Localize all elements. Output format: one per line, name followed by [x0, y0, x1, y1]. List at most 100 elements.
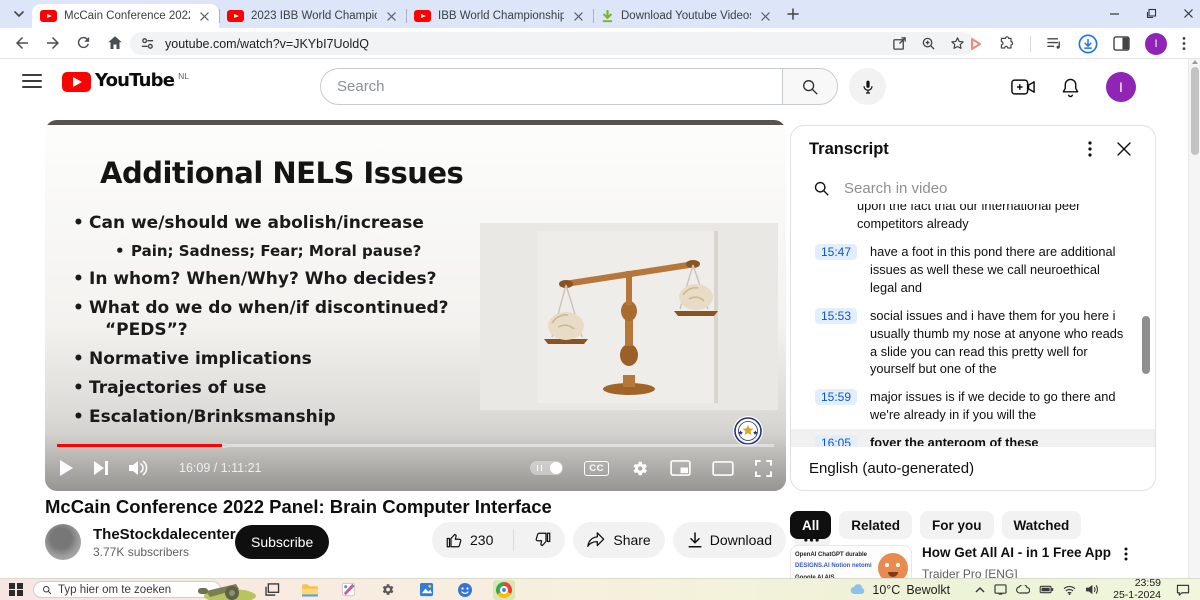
- channel-avatar[interactable]: [45, 524, 81, 560]
- tab-close-icon[interactable]: [758, 9, 772, 23]
- transcript-menu-icon[interactable]: [1073, 137, 1107, 161]
- onedrive-icon[interactable]: [1016, 585, 1030, 594]
- tab-title: IBB World Championship - YouT: [438, 10, 564, 22]
- recommended-title[interactable]: How Get All AI - in 1 Free App: [922, 545, 1120, 560]
- volume-icon[interactable]: [129, 460, 149, 476]
- transcript-close-icon[interactable]: [1107, 137, 1141, 161]
- emoji-app-icon[interactable]: [454, 580, 476, 600]
- task-view-icon[interactable]: [265, 583, 280, 596]
- transcript-language[interactable]: English (auto-generated): [791, 446, 1155, 490]
- side-panel-icon[interactable]: [1113, 36, 1130, 51]
- chip-for-you[interactable]: For you: [920, 511, 994, 539]
- channel-name[interactable]: TheStockdalecenter: [93, 526, 221, 543]
- timestamp-chip[interactable]: 15:59: [815, 389, 857, 405]
- transcript-list[interactable]: upon the fact that our international pee…: [791, 204, 1155, 446]
- fullscreen-button[interactable]: [755, 460, 772, 477]
- tab-search-button[interactable]: [10, 5, 28, 23]
- downloads-icon[interactable]: [1078, 34, 1098, 54]
- browser-tab-2[interactable]: 2023 IBB World Championship |: [219, 4, 406, 28]
- browser-tab-3[interactable]: IBB World Championship - YouT: [406, 4, 593, 28]
- share-page-icon[interactable]: [892, 36, 907, 51]
- window-minimize-button[interactable]: [1109, 8, 1120, 19]
- home-icon[interactable]: [106, 34, 124, 52]
- progress-bar[interactable]: [57, 444, 774, 447]
- subscribe-button[interactable]: Subscribe: [235, 525, 329, 559]
- dislike-button[interactable]: [521, 522, 565, 558]
- chip-all[interactable]: All: [790, 511, 831, 539]
- browser-menu-icon[interactable]: [1182, 36, 1186, 51]
- paint-icon[interactable]: [337, 580, 359, 600]
- media-controls-icon[interactable]: [1046, 36, 1063, 51]
- chip-watched[interactable]: Watched: [1002, 511, 1082, 539]
- reload-icon[interactable]: [75, 34, 93, 52]
- tab-close-icon[interactable]: [571, 9, 585, 23]
- search-input[interactable]: [320, 68, 782, 105]
- share-button[interactable]: Share: [573, 522, 664, 558]
- wifi-icon[interactable]: [1063, 585, 1076, 595]
- transcript-scrollbar-thumb[interactable]: [1142, 316, 1150, 374]
- zoom-page-icon[interactable]: [921, 36, 936, 51]
- transcript-row[interactable]: 15:53 social issues and i have them for …: [791, 302, 1155, 384]
- weather-widget[interactable]: 10°C Bewolkt: [850, 583, 950, 597]
- speaker-icon[interactable]: [1085, 584, 1098, 595]
- timestamp-chip[interactable]: 15:47: [815, 244, 857, 260]
- play-button[interactable]: [59, 460, 74, 476]
- action-center-icon[interactable]: [1176, 584, 1190, 596]
- menu-hamburger-icon[interactable]: [22, 74, 42, 88]
- tab-close-icon[interactable]: [384, 9, 398, 23]
- new-tab-button[interactable]: [786, 7, 802, 23]
- miniplayer-button[interactable]: [670, 460, 691, 476]
- tab-close-icon[interactable]: [197, 9, 211, 23]
- transcript-clipped-row[interactable]: upon the fact that our international pee…: [857, 204, 1115, 232]
- address-bar[interactable]: youtube.com/watch?v=JKYbI7UoldQ: [130, 32, 975, 55]
- timestamp-chip[interactable]: 16:05: [815, 435, 857, 446]
- search-button[interactable]: [782, 68, 838, 105]
- page-scrollbar[interactable]: [1188, 59, 1200, 578]
- browser-tab-4[interactable]: Download Youtube Videos for F: [593, 4, 780, 28]
- like-button[interactable]: 230: [432, 522, 506, 558]
- download-label: Download: [710, 532, 772, 548]
- browser-profile-avatar[interactable]: I: [1145, 33, 1167, 55]
- extension-arrow-icon[interactable]: [968, 36, 984, 52]
- back-icon[interactable]: [13, 34, 31, 52]
- search-highlight-image[interactable]: [192, 579, 258, 600]
- next-button[interactable]: [94, 461, 109, 475]
- transcript-row[interactable]: 15:47 have a foot in this pond there are…: [791, 238, 1155, 302]
- video-player[interactable]: Additional NELS Issues Can we/should we …: [45, 120, 786, 491]
- extensions-puzzle-icon[interactable]: [999, 36, 1015, 52]
- forward-icon[interactable]: [44, 34, 62, 52]
- window-close-button[interactable]: [1183, 8, 1194, 19]
- transcript-row[interactable]: 15:59 major issues is if we decide to go…: [791, 383, 1155, 429]
- settings-gear-icon[interactable]: [630, 459, 649, 478]
- battery-icon[interactable]: [1039, 585, 1054, 594]
- theater-mode-button[interactable]: [712, 461, 734, 476]
- voice-search-button[interactable]: [849, 68, 886, 105]
- chip-related[interactable]: Related: [839, 511, 912, 539]
- scrollbar-thumb[interactable]: [1191, 67, 1199, 155]
- notifications-bell-icon[interactable]: [1061, 77, 1080, 98]
- site-info-icon[interactable]: [140, 36, 155, 51]
- tray-expand-icon[interactable]: [975, 586, 985, 593]
- taskbar-search[interactable]: Typ hier om te zoeken: [33, 581, 221, 598]
- browser-tab-1[interactable]: McCain Conference 2022 Panel:: [32, 4, 219, 28]
- window-maximize-button[interactable]: [1146, 8, 1157, 19]
- create-video-icon[interactable]: [1011, 78, 1035, 96]
- scrollbar-up-arrow[interactable]: [1192, 60, 1198, 64]
- timestamp-chip[interactable]: 15:53: [815, 308, 857, 324]
- captions-button[interactable]: CC: [584, 461, 609, 476]
- settings-icon[interactable]: [376, 580, 398, 600]
- transcript-row-active[interactable]: 16:05 foyer the anteroom of these capabi…: [791, 429, 1155, 446]
- recommended-menu-icon[interactable]: [1124, 547, 1128, 561]
- photos-icon[interactable]: [415, 580, 437, 600]
- cast-icon[interactable]: [994, 584, 1007, 595]
- youtube-profile-avatar[interactable]: I: [1106, 72, 1136, 102]
- chrome-icon[interactable]: [493, 580, 515, 600]
- file-explorer-icon[interactable]: [298, 580, 320, 600]
- bookmark-star-icon[interactable]: [950, 36, 965, 51]
- transcript-search[interactable]: Search in video: [791, 172, 1155, 204]
- start-button[interactable]: [9, 583, 23, 597]
- download-button[interactable]: Download: [673, 522, 786, 558]
- taskbar-clock[interactable]: 23:59 25-1-2024: [1113, 578, 1161, 600]
- youtube-logo[interactable]: YouTube NL: [62, 70, 189, 92]
- autoplay-toggle[interactable]: [530, 461, 563, 475]
